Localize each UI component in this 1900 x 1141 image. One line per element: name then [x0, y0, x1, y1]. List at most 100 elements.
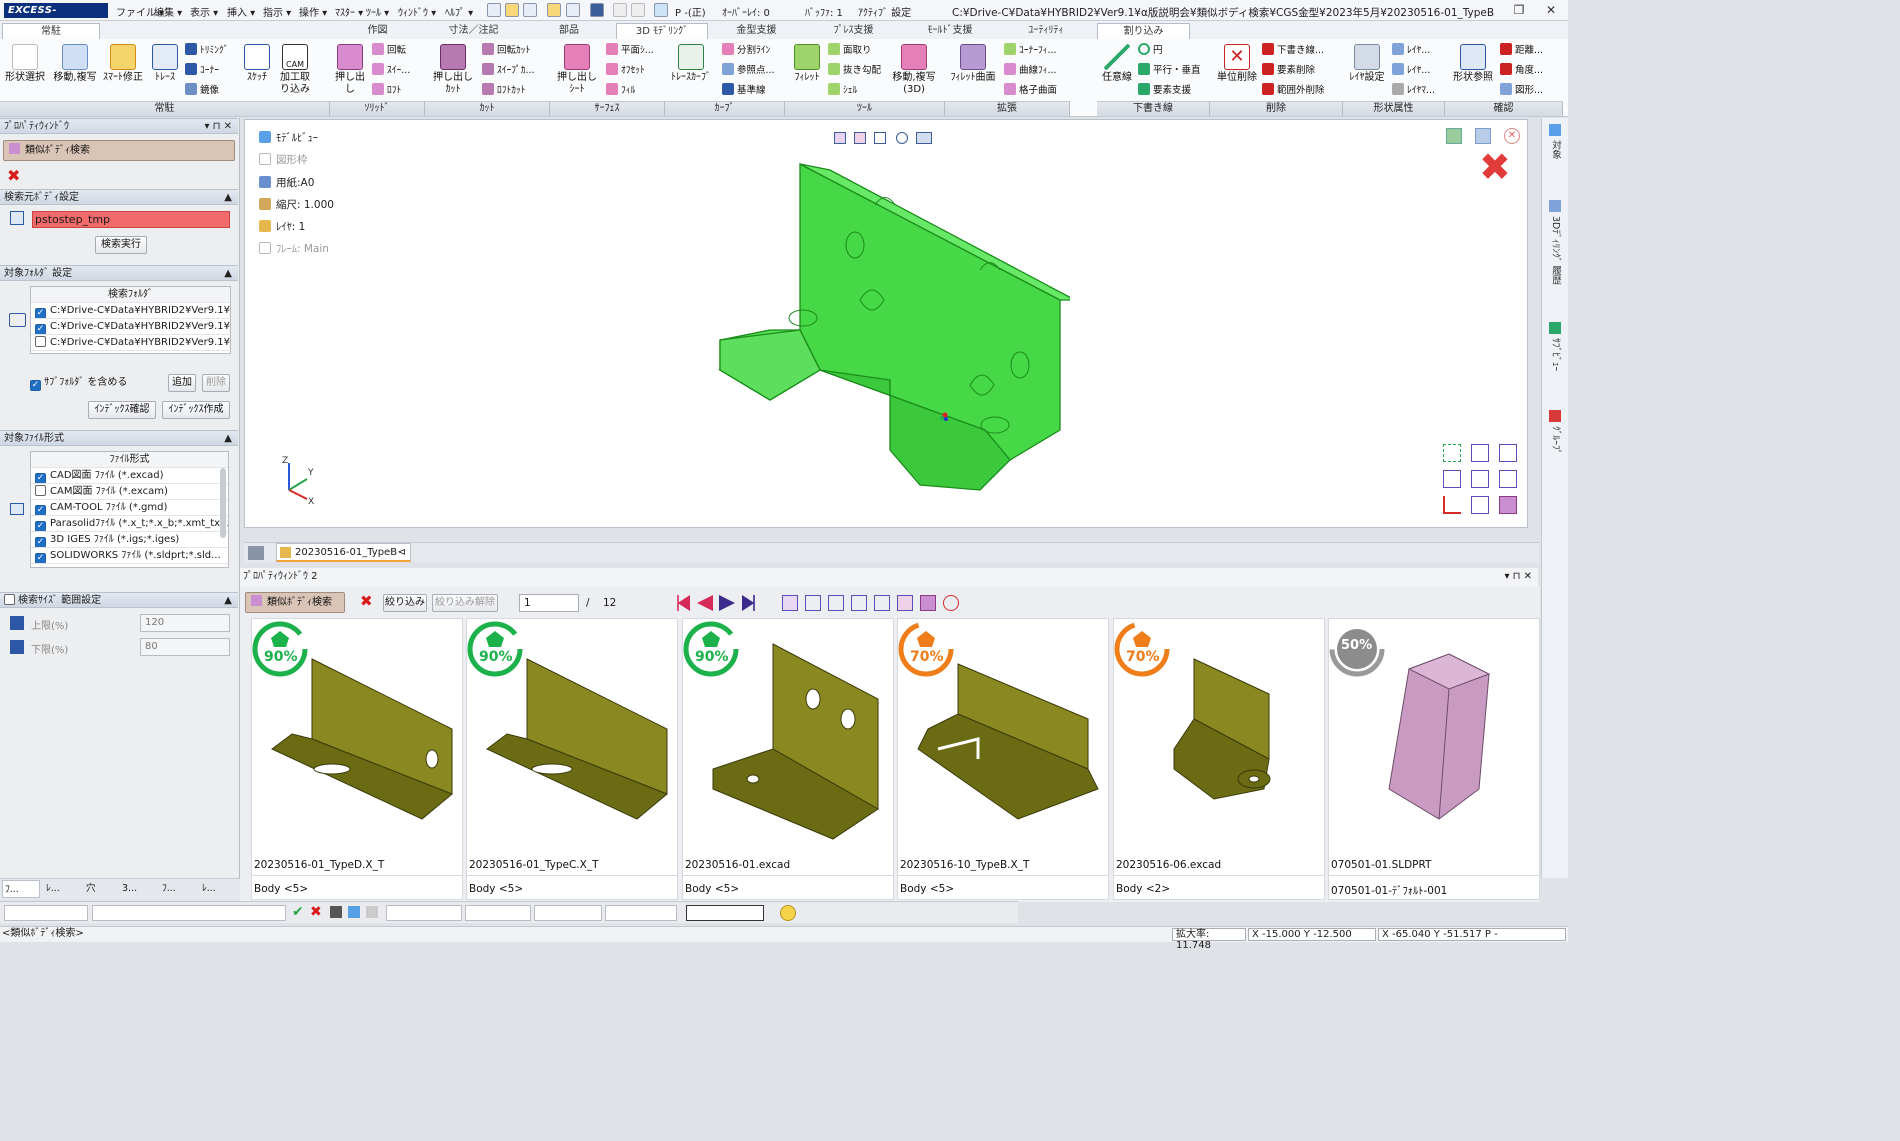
close-icon[interactable]: ✕: [1504, 128, 1520, 144]
menu-master[interactable]: ﾏｽﾀｰ ▾: [335, 4, 363, 19]
size-range-checkbox[interactable]: [4, 594, 15, 605]
unfilter-button[interactable]: 絞り込み解除: [432, 594, 498, 612]
insert-icon[interactable]: [523, 3, 537, 17]
view-top-icon[interactable]: [828, 595, 844, 611]
save-icon[interactable]: [590, 3, 604, 17]
shaded-cube-icon[interactable]: [1499, 496, 1517, 514]
source-body-field[interactable]: pstostep_tmp: [32, 211, 230, 228]
dock-tab-subview[interactable]: ｻﾌﾞﾋﾞｭｰ: [1548, 338, 1562, 371]
mirror-button[interactable]: 鏡像: [185, 83, 219, 98]
collapse-icon[interactable]: ▲: [224, 266, 232, 282]
pin-icon[interactable]: ⊲: [398, 544, 406, 561]
tool-3-icon[interactable]: [366, 906, 378, 918]
view-bottom-icon[interactable]: [897, 595, 913, 611]
format-checkbox[interactable]: ✓: [35, 505, 46, 515]
overlay-indicator[interactable]: ｵｰﾊﾞｰﾚｲ: 0: [722, 4, 770, 19]
loft-button[interactable]: ﾛﾌﾄ: [372, 83, 401, 98]
close-icon[interactable]: ✕: [1536, 1, 1566, 19]
redo-icon[interactable]: [631, 3, 645, 17]
folder-checkbox[interactable]: [35, 336, 46, 347]
wire-mode-icon[interactable]: [874, 132, 886, 144]
grid-surface-button[interactable]: 格子曲面: [1004, 83, 1057, 98]
result-card[interactable]: 70% 20230516-10_TypeB.X_T Body <5>: [897, 618, 1109, 900]
element-delete-button[interactable]: 要素削除: [1262, 63, 1315, 78]
command-combo-4[interactable]: [465, 905, 531, 921]
similar-body-search-mode[interactable]: 類似ﾎﾞﾃﾞｨ検索: [3, 140, 235, 161]
command-combo-1[interactable]: [4, 905, 88, 921]
extrude-button[interactable]: 押し出し: [332, 44, 368, 96]
view-shaded-icon[interactable]: [920, 595, 936, 611]
fill-button[interactable]: ﾌｨﾙ: [606, 83, 635, 98]
angle-button[interactable]: 角度...: [1500, 63, 1543, 78]
menu-tool[interactable]: ﾂｰﾙ ▾: [366, 4, 389, 19]
layer-master-button[interactable]: ﾚｲﾔﾏ...: [1392, 83, 1435, 98]
folder-row[interactable]: ✓ C:¥Drive-C¥Data¥HYBRID2¥Ver9.1¥...: [31, 319, 230, 335]
smiley-icon[interactable]: [780, 905, 796, 921]
parallel-perpendicular-button[interactable]: 平行・垂直: [1138, 63, 1201, 78]
view-side-icon[interactable]: [851, 595, 867, 611]
iso-view-2-icon[interactable]: [1499, 444, 1517, 462]
minimize-icon[interactable]: [1446, 128, 1462, 144]
front-view-icon[interactable]: [1443, 470, 1461, 488]
unit-delete-button[interactable]: ✕ 単位削除: [1214, 44, 1260, 84]
iso-view-icon[interactable]: [1471, 444, 1489, 462]
tab-layer2[interactable]: ﾚ...: [200, 880, 236, 898]
command-combo-3[interactable]: [386, 905, 462, 921]
plane-sheet-button[interactable]: 平面ｼ...: [606, 43, 654, 58]
view-back-icon[interactable]: [874, 595, 890, 611]
trace-curve-button[interactable]: ﾄﾚｰｽｶｰﾌﾞ: [668, 44, 714, 84]
dock-tab-target[interactable]: 対象: [1548, 140, 1562, 159]
layer-settings-button[interactable]: ﾚｲﾔ設定: [1346, 44, 1388, 84]
shape-reference-button[interactable]: 形状参照: [1450, 44, 1496, 84]
out-of-range-delete-button[interactable]: 範囲外削除: [1262, 83, 1325, 98]
new-icon[interactable]: [487, 3, 501, 17]
tab-hole[interactable]: 穴: [84, 880, 116, 898]
format-row[interactable]: ✓ 3D IGES ﾌｧｲﾙ (*.igs;*.iges): [31, 532, 228, 548]
tab-parts[interactable]: 部品: [522, 23, 616, 39]
corner-button[interactable]: ｺｰﾅｰ: [185, 63, 219, 78]
sweep-button[interactable]: ｽｲｰ...: [372, 63, 410, 78]
similar-body-search-button[interactable]: 類似ﾎﾞﾃﾞｨ検索: [245, 592, 345, 613]
layer-button-2[interactable]: ﾚｲﾔ...: [1392, 63, 1430, 78]
index-create-button[interactable]: ｲﾝﾃﾞｯｸｽ作成: [162, 401, 230, 419]
format-row[interactable]: ✓ SOLIDWORKS ﾌｧｲﾙ (*.sldprt;*.sld...: [31, 548, 228, 564]
folder-icon[interactable]: [547, 3, 561, 17]
ok-icon[interactable]: ✔: [292, 904, 304, 920]
tab-property[interactable]: ﾌ...: [2, 880, 40, 898]
menu-help[interactable]: ﾍﾙﾌﾟ ▾: [445, 4, 473, 19]
view-icon[interactable]: [654, 3, 668, 17]
offset-button[interactable]: ｵﾌｾｯﾄ: [606, 63, 645, 78]
model-viewport[interactable]: ﾓﾃﾞﾙﾋﾞｭｰ 図形枠 用紙:A0 縮尺: 1.000 ﾚｲﾔ: 1 ﾌﾚｰﾑ…: [244, 119, 1528, 528]
undo-icon[interactable]: [613, 3, 627, 17]
chamfer-button[interactable]: 面取り: [828, 43, 872, 58]
format-checkbox[interactable]: ✓: [35, 521, 46, 531]
format-row[interactable]: ✓ CAM-TOOL ﾌｧｲﾙ (*.gmd): [31, 500, 228, 516]
menu-operation[interactable]: 操作 ▾: [299, 4, 327, 19]
split-line-button[interactable]: 分割ﾗｲﾝ: [722, 43, 770, 58]
trimming-button[interactable]: ﾄﾘﾐﾝｸﾞ: [185, 43, 229, 58]
tab-layer[interactable]: ﾚ...: [44, 880, 80, 898]
cancel-command-icon[interactable]: ✖: [1479, 147, 1511, 187]
layer-button-1[interactable]: ﾚｲﾔ...: [1392, 43, 1430, 58]
collapse-icon[interactable]: ▲: [224, 190, 232, 206]
command-combo-6[interactable]: [605, 905, 677, 921]
tab-jochu[interactable]: 常駐: [2, 23, 100, 39]
normal-view-icon[interactable]: [1443, 496, 1461, 514]
include-subfolders-checkbox[interactable]: ✓: [30, 380, 41, 391]
command-combo-5[interactable]: [534, 905, 602, 921]
loft-cut-button[interactable]: ﾛﾌﾄｶｯﾄ: [482, 83, 526, 98]
result-card[interactable]: 70% 20230516-06.excad Body <2>: [1113, 618, 1325, 900]
draft-angle-button[interactable]: 抜き勾配: [828, 63, 881, 78]
collapse-icon[interactable]: ▲: [224, 593, 232, 609]
tab-mold-support[interactable]: 金型支援: [708, 23, 805, 39]
revolve-cut-button[interactable]: 回転ｶｯﾄ: [482, 43, 530, 58]
lower-limit-input[interactable]: 80: [140, 638, 230, 656]
include-subfolders-option[interactable]: ✓ ｻﾌﾞﾌｫﾙﾀﾞ を含める: [30, 373, 127, 391]
move-copy-3d-button[interactable]: 移動,複写(3D): [888, 44, 940, 96]
open-icon[interactable]: [505, 3, 519, 17]
result-card[interactable]: 90% 20230516-01_TypeC.X_T Body <5>: [466, 618, 678, 900]
curve-fillet-button[interactable]: 曲線ﾌｨ...: [1004, 63, 1057, 78]
command-combo-2[interactable]: [92, 905, 286, 921]
upper-limit-input[interactable]: 120: [140, 614, 230, 632]
move-copy-button[interactable]: 移動,複写: [50, 44, 100, 84]
